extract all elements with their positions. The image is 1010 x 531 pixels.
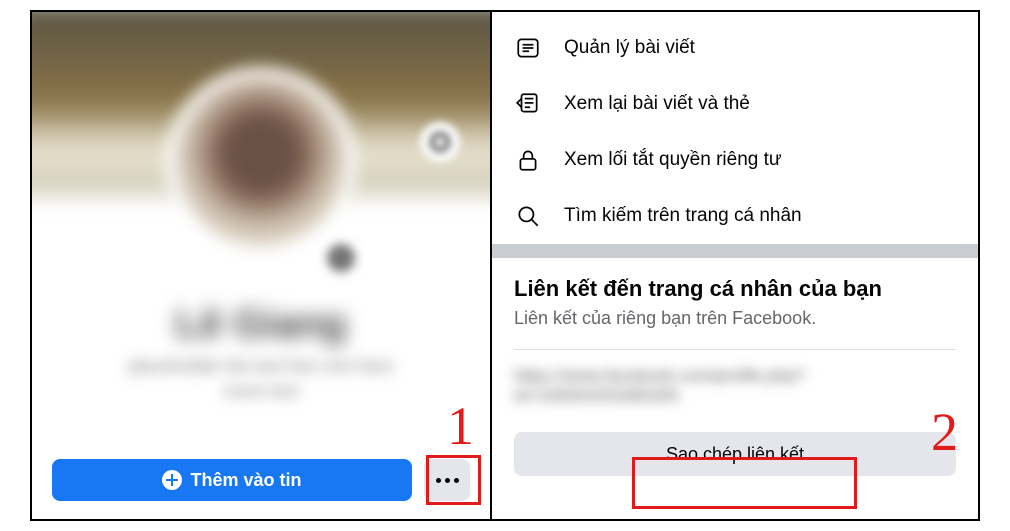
list-icon xyxy=(514,34,542,62)
add-to-story-label: Thêm vào tin xyxy=(190,470,301,491)
menu-item-privacy-shortcuts[interactable]: Xem lối tắt quyền riêng tư xyxy=(492,132,978,188)
section-divider xyxy=(492,244,978,258)
profile-name: Lê Giang xyxy=(32,302,490,347)
menu-label: Xem lại bài viết và thẻ xyxy=(564,93,750,115)
menu-label: Quản lý bài viết xyxy=(564,37,695,59)
copy-link-label: Sao chép liên kết xyxy=(666,444,804,465)
profile-link-section: Liên kết đến trang cá nhân của bạn Liên … xyxy=(492,258,978,335)
menu-item-manage-posts[interactable]: Quản lý bài viết xyxy=(492,20,978,76)
annotation-marker-1: 1 xyxy=(447,395,474,457)
section-title: Liên kết đến trang cá nhân của bạn xyxy=(514,276,956,302)
profile-url: https://www.facebook.com/profile.php?id=… xyxy=(514,366,956,404)
profile-bio: placeholder bio text line one here more … xyxy=(32,354,490,404)
menu-label: Xem lối tắt quyền riêng tư xyxy=(564,149,782,171)
ellipsis-icon xyxy=(436,478,459,483)
annotation-marker-2: 2 xyxy=(931,401,958,463)
lock-icon xyxy=(514,146,542,174)
menu-item-search-profile[interactable]: Tìm kiếm trên trang cá nhân xyxy=(492,188,978,244)
more-options-button[interactable] xyxy=(424,459,470,501)
review-icon xyxy=(514,90,542,118)
menu-item-review-posts[interactable]: Xem lại bài viết và thẻ xyxy=(492,76,978,132)
section-subtitle: Liên kết của riêng bạn trên Facebook. xyxy=(514,308,956,329)
camera-badge-icon[interactable] xyxy=(420,122,460,162)
menu-list: Quản lý bài viết Xem lại bài viết và thẻ… xyxy=(492,12,978,244)
avatar-camera-icon[interactable] xyxy=(327,244,355,272)
settings-panel: Quản lý bài viết Xem lại bài viết và thẻ… xyxy=(492,12,978,519)
thin-divider xyxy=(514,349,956,350)
copy-link-button[interactable]: Sao chép liên kết xyxy=(514,432,956,476)
menu-label: Tìm kiếm trên trang cá nhân xyxy=(564,205,802,227)
search-icon xyxy=(514,202,542,230)
add-to-story-button[interactable]: Thêm vào tin xyxy=(52,459,412,501)
avatar[interactable] xyxy=(166,67,356,257)
plus-circle-icon xyxy=(162,470,182,490)
profile-panel: Lê Giang placeholder bio text line one h… xyxy=(32,12,492,519)
